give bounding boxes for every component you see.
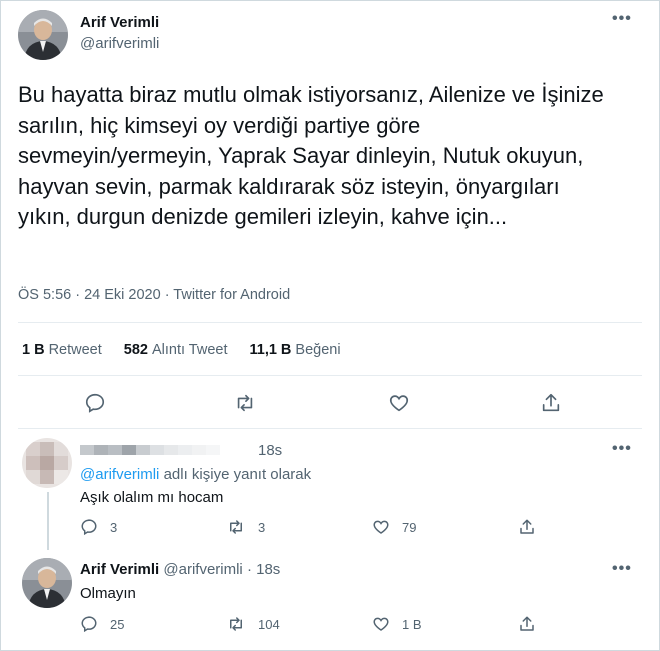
reply-to-handle[interactable]: @arifverimli	[80, 466, 159, 483]
retweet-count[interactable]: 1 B Retweet	[22, 342, 102, 358]
share-button[interactable]	[518, 518, 536, 536]
reply-icon	[85, 393, 105, 413]
share-icon	[542, 393, 560, 412]
tweet-meta[interactable]: ÖS 5:56 · 24 Eki 2020 · Twitter for Andr…	[18, 287, 290, 303]
author-avatar[interactable]	[18, 10, 68, 60]
reply-button[interactable]: 25	[80, 615, 124, 633]
more-dots-icon[interactable]: •••	[612, 10, 632, 28]
like-icon	[373, 520, 389, 534]
like-count: 1 B	[402, 616, 422, 632]
like-icon	[389, 395, 409, 412]
more-dots-icon[interactable]: •••	[612, 560, 632, 578]
reply-text: Olmayın	[80, 585, 136, 602]
retweet-count: 104	[258, 616, 280, 632]
author-avatar[interactable]	[22, 558, 72, 608]
retweet-button[interactable]: 104	[226, 615, 280, 633]
retweet-icon	[237, 394, 253, 412]
retweet-button[interactable]: 3	[226, 518, 265, 536]
divider	[18, 428, 642, 429]
reply-icon	[81, 519, 97, 536]
replying-to[interactable]: @arifverimli adlı kişiye yanıt olarak	[80, 466, 311, 483]
like-count: 79	[402, 519, 417, 535]
like-button[interactable]: 79	[372, 518, 416, 536]
retweet-icon	[230, 617, 242, 631]
like-icon	[373, 617, 389, 631]
like-button[interactable]: 1 B	[372, 615, 422, 633]
reply-to-label: adlı kişiye yanıt olarak	[163, 466, 312, 483]
author-name[interactable]: Arif Verimli	[80, 561, 159, 578]
reply-time[interactable]: 18s	[258, 442, 282, 459]
divider	[18, 322, 642, 323]
reply-icon	[81, 616, 97, 633]
author-handle[interactable]: @arifverimli	[80, 35, 159, 52]
retweet-button[interactable]	[233, 392, 257, 414]
thread-line	[47, 492, 49, 550]
divider	[18, 375, 642, 376]
quote-count[interactable]: 582 Alıntı Tweet	[124, 342, 228, 358]
like-button[interactable]	[388, 392, 410, 414]
author-handle[interactable]: @arifverimli	[163, 561, 242, 578]
share-button[interactable]	[540, 392, 562, 414]
reply-avatar-blurred[interactable]	[22, 438, 72, 488]
retweet-count: 3	[258, 519, 266, 535]
share-icon	[520, 616, 534, 631]
tweet-stats: 1 B Retweet 582 Alıntı Tweet 11,1 B Beğeni	[22, 342, 341, 358]
share-icon	[520, 519, 534, 534]
reply-count: 3	[110, 519, 118, 535]
more-dots-icon[interactable]: •••	[612, 440, 632, 458]
reply-button[interactable]	[84, 392, 106, 414]
reply-text: Aşık olalım mı hocam	[80, 489, 224, 506]
reply-time[interactable]: 18s	[256, 561, 280, 578]
reply-button[interactable]: 3	[80, 518, 117, 536]
reply-header: Arif Verimli @arifverimli · 18s	[80, 561, 280, 578]
retweet-icon	[230, 520, 242, 534]
tweet-text: Bu hayatta biraz mutlu olmak istiyorsanı…	[18, 82, 604, 229]
dot-separator: ·	[246, 561, 252, 578]
like-count[interactable]: 11,1 B Beğeni	[249, 342, 340, 358]
blurred-username	[80, 445, 220, 455]
reply-count: 25	[110, 616, 125, 632]
author-name[interactable]: Arif Verimli	[80, 14, 159, 31]
share-button[interactable]	[518, 615, 536, 633]
